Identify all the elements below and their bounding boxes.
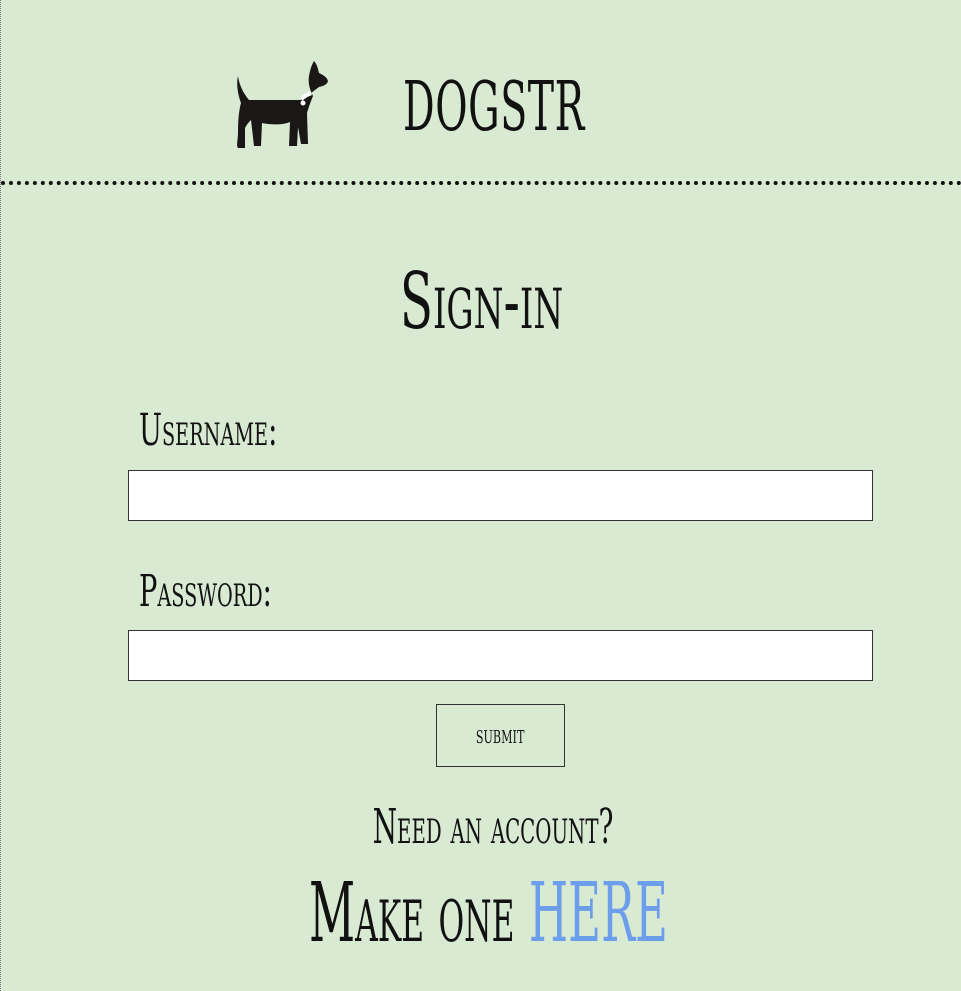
site-header: DOGSTR bbox=[1, 0, 961, 186]
header-divider bbox=[1, 181, 961, 185]
submit-button[interactable]: submit bbox=[436, 704, 565, 767]
make-one-text: Make one bbox=[308, 866, 529, 961]
password-input[interactable] bbox=[128, 630, 873, 681]
dog-icon bbox=[237, 61, 328, 148]
username-input[interactable] bbox=[128, 470, 873, 521]
here-link[interactable]: HERE bbox=[529, 866, 668, 961]
need-account-text: Need an account? bbox=[372, 799, 614, 855]
page-title: Sign-in bbox=[399, 257, 564, 347]
brand-title: DOGSTR bbox=[403, 68, 585, 147]
username-label: Username: bbox=[139, 405, 278, 456]
make-account-line: Make one HERE bbox=[224, 866, 753, 962]
password-label: Password: bbox=[139, 566, 272, 617]
submit-button-label: submit bbox=[476, 720, 525, 750]
